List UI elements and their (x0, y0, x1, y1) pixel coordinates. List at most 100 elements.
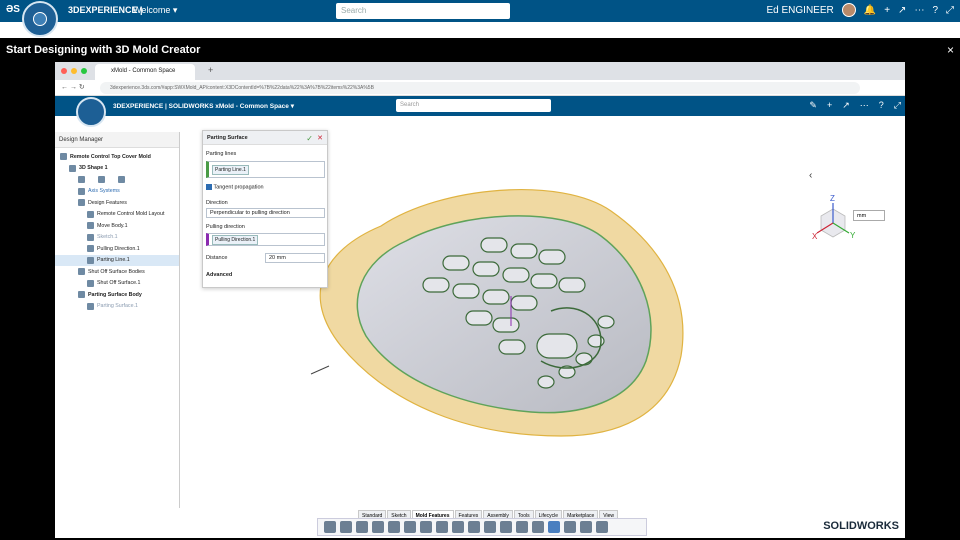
app-brand[interactable]: 3DEXPERIENCE | SOLIDWORKS xMold - Common… (113, 102, 294, 110)
app-compass-icon[interactable] (76, 97, 106, 127)
tool-icon[interactable] (564, 521, 576, 533)
tree-item[interactable]: Axis Systems (55, 186, 179, 198)
shape-icon[interactable] (98, 176, 105, 184)
welcome-menu[interactable]: Welcome ▾ (133, 5, 177, 16)
advanced-section[interactable]: Advanced (206, 272, 232, 278)
compass-icon[interactable] (22, 1, 58, 37)
collapse-triad-icon[interactable]: ‹ (809, 170, 812, 181)
action-bar (317, 518, 647, 536)
page-title: Start Designing with 3D Mold Creator (6, 44, 201, 56)
tree-item[interactable]: Parting Surface.1 (55, 301, 179, 313)
maximize-window-icon[interactable] (81, 68, 87, 74)
tree-item[interactable]: Sketch.1 (55, 232, 179, 244)
browser-window: xMold - Common Space + ← → ↻ 3dexperienc… (55, 62, 905, 538)
direction-select[interactable]: Perpendicular to pulling direction (206, 208, 325, 218)
collaborate-icon[interactable]: ✎ (809, 100, 817, 111)
svg-text:Z: Z (830, 194, 835, 203)
parting-lines-field[interactable]: Parting Line.1 (206, 161, 325, 178)
feature-icon (87, 222, 94, 230)
fullscreen-icon[interactable]: ⤢ (946, 5, 954, 16)
tool-icon[interactable] (580, 521, 592, 533)
tree-item[interactable]: Remote Control Mold Layout (55, 209, 179, 221)
new-tab-icon[interactable]: + (208, 65, 213, 75)
close-icon[interactable]: × (947, 43, 954, 57)
tree-item[interactable]: Shut Off Surface Bodies (55, 266, 179, 278)
tool-icon[interactable] (340, 521, 352, 533)
app-network-icon[interactable]: ⋯ (860, 100, 869, 111)
search-input[interactable]: Search (336, 3, 510, 19)
tree-item-label: Parting Surface Body (88, 291, 142, 298)
tool-icon[interactable] (596, 521, 608, 533)
ds-logo-icon: ƏS (6, 4, 20, 15)
tool-icon[interactable] (532, 521, 544, 533)
tool-icon[interactable] (388, 521, 400, 533)
minimize-window-icon[interactable] (71, 68, 77, 74)
app-share-icon[interactable]: ↗ (842, 100, 850, 111)
tool-icon[interactable] (404, 521, 416, 533)
browser-tab[interactable]: xMold - Common Space (95, 64, 195, 80)
help-tool-icon[interactable] (452, 521, 464, 533)
parting-surface-tool-icon[interactable] (548, 521, 560, 533)
tree-item-label: Shut Off Surface.1 (97, 280, 141, 287)
shape-icon[interactable] (118, 176, 125, 184)
tree-item[interactable]: Design Features (55, 197, 179, 209)
parting-line-chip[interactable]: Parting Line.1 (212, 165, 249, 175)
network-icon[interactable]: ⋯ (914, 5, 924, 16)
feature-icon (87, 256, 94, 264)
feature-icon (87, 210, 94, 218)
nav-arrows-icon[interactable]: ← → ↻ (61, 83, 85, 91)
undo-icon[interactable] (420, 521, 432, 533)
notifications-icon[interactable]: 🔔 (864, 5, 876, 16)
app-add-icon[interactable]: + (827, 100, 832, 111)
help-icon[interactable]: ? (932, 5, 938, 16)
avatar[interactable] (841, 3, 856, 17)
tree-item-label: Axis Systems (88, 188, 120, 195)
feature-icon (87, 233, 94, 241)
tree-item[interactable]: Move Body.1 (55, 220, 179, 232)
share-icon[interactable]: ↗ (898, 5, 906, 16)
user-name[interactable]: Ed ENGINEER (767, 5, 834, 16)
top-right-tools: Ed ENGINEER 🔔 + ↗ ⋯ ? ⤢ (767, 3, 954, 17)
view-triad[interactable]: Z X Y (812, 194, 856, 241)
url-field[interactable]: 3dexperience.3ds.com/#app:SWXMold_AP/con… (100, 82, 860, 94)
svg-text:X: X (812, 232, 818, 241)
tool-icon[interactable] (484, 521, 496, 533)
tool-icon[interactable] (516, 521, 528, 533)
tool-icon[interactable] (356, 521, 368, 533)
tool-icon[interactable] (372, 521, 384, 533)
tool-icon[interactable] (324, 521, 336, 533)
tree-item[interactable]: Pulling Direction.1 (55, 243, 179, 255)
tree-item[interactable] (55, 174, 179, 186)
ok-icon[interactable]: ✓ (306, 134, 313, 143)
parting-lines-label: Parting lines (206, 151, 237, 157)
tree-item[interactable]: Remote Control Top Cover Mold (55, 151, 179, 163)
close-window-icon[interactable] (61, 68, 67, 74)
app-toolbar: 3DEXPERIENCE | SOLIDWORKS xMold - Common… (55, 96, 905, 116)
tangent-checkbox[interactable] (206, 184, 212, 190)
units-dropdown[interactable]: mm (853, 210, 885, 221)
app-help-icon[interactable]: ? (879, 100, 884, 111)
distance-label: Distance (206, 255, 228, 261)
cancel-icon[interactable]: ✕ (317, 134, 323, 142)
feature-icon (78, 176, 85, 184)
redo-icon[interactable] (436, 521, 448, 533)
tangent-checkbox-row[interactable]: Tangent propagation (206, 184, 264, 190)
tree-item[interactable]: 3D Shape 1 (55, 163, 179, 175)
origin-marker (310, 365, 330, 375)
browser-tabbar: xMold - Common Space + (55, 62, 905, 80)
tangent-label: Tangent propagation (213, 184, 264, 191)
app-search-input[interactable]: Search (396, 99, 551, 112)
tool-icon[interactable] (500, 521, 512, 533)
tree-item-label: Parting Surface.1 (97, 303, 138, 310)
design-manager-panel: Design Manager Remote Control Top Cover … (55, 132, 180, 508)
tree-item[interactable]: Parting Surface Body (55, 289, 179, 301)
tree-item[interactable]: Shut Off Surface.1 (55, 278, 179, 290)
pulling-direction-field[interactable]: Pulling Direction.1 (206, 233, 325, 246)
tree-item-label: Parting Line.1 (97, 257, 130, 264)
pulling-direction-chip[interactable]: Pulling Direction.1 (212, 235, 259, 245)
add-icon[interactable]: + (884, 5, 890, 16)
tool-icon[interactable] (468, 521, 480, 533)
distance-input[interactable]: 20 mm (265, 253, 325, 263)
app-fullscreen-icon[interactable]: ⤢ (894, 100, 901, 111)
tree-item[interactable]: Parting Line.1 (55, 254, 179, 266)
